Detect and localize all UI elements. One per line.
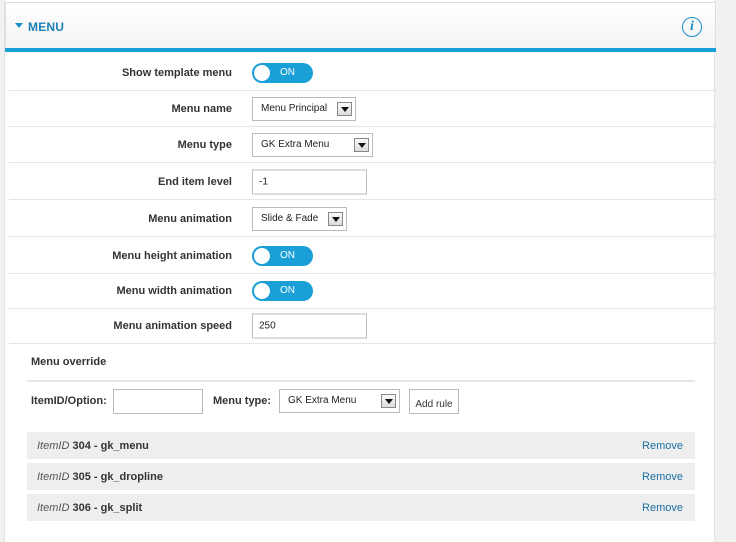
menu-animation-select[interactable]: Slide & Fade xyxy=(252,206,347,231)
row-menu-height-animation: Menu height animation ON xyxy=(9,238,717,274)
toggle-knob xyxy=(254,64,270,81)
rule-description: ItemID 306 - gk_split xyxy=(37,502,142,514)
chevron-down-icon xyxy=(354,137,369,152)
override-add-bar: ItemID/Option: Menu type: GK Extra Menu … xyxy=(27,380,695,422)
rule-text: 305 - gk_dropline xyxy=(72,471,163,483)
show-template-menu-toggle[interactable]: ON xyxy=(252,62,313,83)
row-menu-animation: Menu animation Slide & Fade xyxy=(9,201,717,237)
toggle-knob xyxy=(254,282,270,299)
end-item-level-value: -1 xyxy=(259,176,268,187)
show-template-menu-label: Show template menu xyxy=(121,66,232,79)
rule-description: ItemID 305 - gk_dropline xyxy=(37,471,163,483)
menu-animation-label: Menu animation xyxy=(148,212,232,225)
override-menu-type-value: GK Extra Menu xyxy=(288,395,357,406)
table-row: ItemID 304 - gk_menu Remove xyxy=(27,432,695,460)
info-icon[interactable]: i xyxy=(682,17,702,37)
remove-rule-link[interactable]: Remove xyxy=(642,440,683,452)
menu-width-animation-label: Menu width animation xyxy=(116,284,233,297)
menu-name-label: Menu name xyxy=(171,102,232,115)
add-rule-button[interactable]: Add rule xyxy=(409,389,459,414)
chevron-down-icon xyxy=(337,101,352,116)
table-row: ItemID 306 - gk_split Remove xyxy=(27,494,695,522)
remove-rule-link[interactable]: Remove xyxy=(642,502,683,514)
override-menu-type-label: Menu type: xyxy=(213,395,272,407)
menu-animation-value: Slide & Fade xyxy=(261,212,319,224)
menu-type-label: Menu type xyxy=(177,138,232,151)
rule-prefix: ItemID xyxy=(37,502,70,514)
menu-height-animation-label: Menu height animation xyxy=(112,249,232,262)
panel-header[interactable]: MENU i xyxy=(5,2,716,48)
rule-prefix: ItemID xyxy=(37,440,70,452)
menu-panel: MENU i Show template menu ON Menu name M… xyxy=(4,0,717,542)
chevron-down-icon xyxy=(381,394,396,408)
chevron-down-icon xyxy=(328,211,343,226)
toggle-state: ON xyxy=(280,284,295,296)
row-menu-name: Menu name Menu Principal xyxy=(9,91,717,127)
toggle-knob xyxy=(254,247,270,264)
row-end-item-level: End item level -1 xyxy=(9,164,717,200)
menu-animation-speed-label: Menu animation speed xyxy=(113,319,232,332)
menu-override-title: Menu override xyxy=(31,356,107,368)
menu-name-value: Menu Principal xyxy=(261,102,328,114)
end-item-level-label: End item level xyxy=(158,175,232,188)
rule-prefix: ItemID xyxy=(37,471,70,483)
itemid-option-input[interactable] xyxy=(113,389,203,414)
rule-description: ItemID 304 - gk_menu xyxy=(37,440,149,452)
itemid-option-label: ItemID/Option: xyxy=(31,395,107,407)
panel-title: MENU xyxy=(28,20,65,34)
row-menu-animation-speed: Menu animation speed 250 xyxy=(9,308,717,344)
rule-text: 304 - gk_menu xyxy=(72,440,149,452)
header-accent-bar xyxy=(5,48,716,52)
row-menu-type: Menu type GK Extra Menu xyxy=(9,127,717,163)
row-menu-width-animation: Menu width animation ON xyxy=(9,273,717,309)
remove-rule-link[interactable]: Remove xyxy=(642,471,683,483)
menu-animation-speed-input[interactable]: 250 xyxy=(252,313,367,338)
menu-type-value: GK Extra Menu xyxy=(261,138,330,150)
menu-height-animation-toggle[interactable]: ON xyxy=(252,245,313,266)
menu-width-animation-toggle[interactable]: ON xyxy=(252,280,313,301)
collapse-caret-icon[interactable] xyxy=(15,23,23,28)
override-menu-type-select[interactable]: GK Extra Menu xyxy=(279,389,400,413)
row-show-template-menu: Show template menu ON xyxy=(9,55,717,91)
toggle-state: ON xyxy=(280,249,295,261)
end-item-level-input[interactable]: -1 xyxy=(252,169,367,194)
menu-type-select[interactable]: GK Extra Menu xyxy=(252,132,373,157)
toggle-state: ON xyxy=(280,66,295,78)
menu-name-select[interactable]: Menu Principal xyxy=(252,96,356,121)
rule-text: 306 - gk_split xyxy=(72,502,143,514)
table-row: ItemID 305 - gk_dropline Remove xyxy=(27,463,695,491)
menu-animation-speed-value: 250 xyxy=(259,320,276,331)
